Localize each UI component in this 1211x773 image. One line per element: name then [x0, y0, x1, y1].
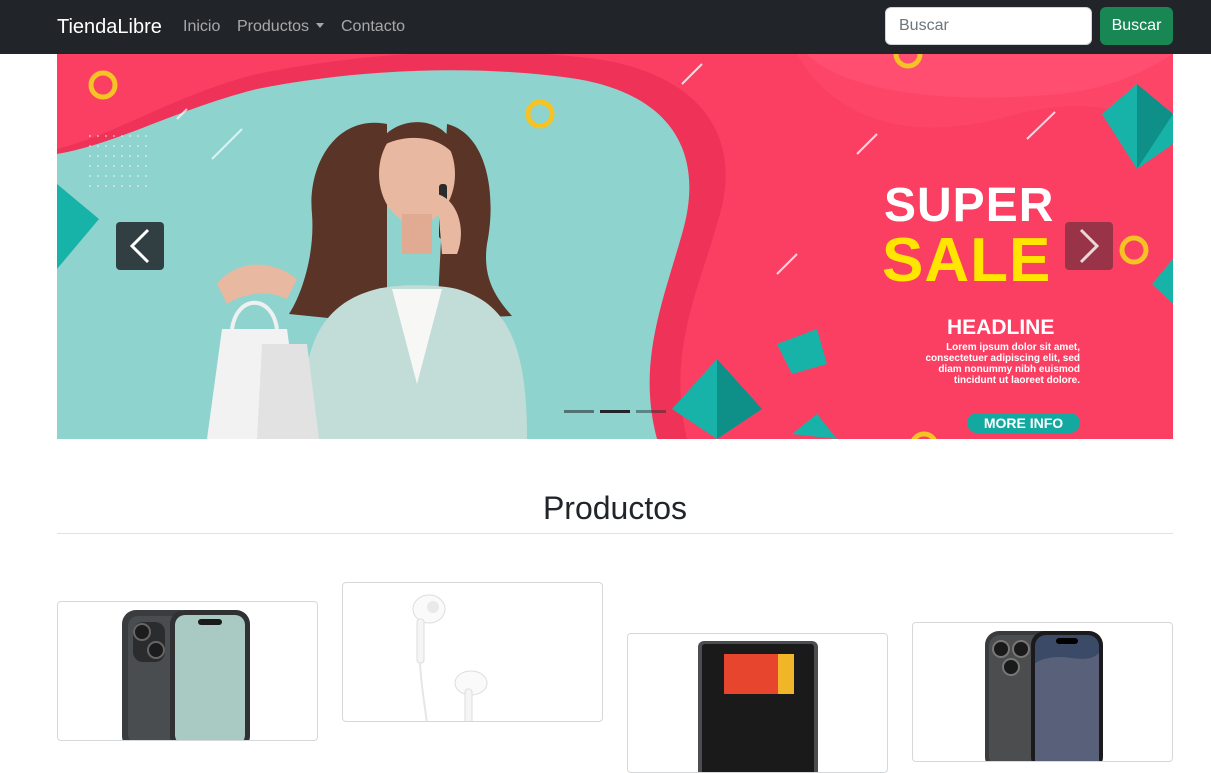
smartphone-pro-image: [985, 631, 1103, 761]
product-card[interactable]: [342, 582, 603, 722]
carousel-prev-button[interactable]: [116, 222, 164, 270]
tablet-image: [698, 641, 818, 772]
banner-sale-text: SALE: [882, 226, 1052, 295]
banner-body-text: Lorem ipsum dolor sit amet, consectetuer…: [925, 342, 1081, 386]
smartphone-image: [122, 610, 250, 740]
product-card[interactable]: [627, 633, 888, 773]
earphones-image: [412, 594, 488, 721]
banner-more-info: MORE INFO: [967, 413, 1080, 433]
product-card[interactable]: [57, 601, 318, 741]
chevron-left-icon: [129, 228, 150, 264]
navbar: TiendaLibre Inicio Productos Contacto Bu…: [0, 0, 1211, 54]
hero-carousel: SUPER SALE HEADLINE Lorem ipsum dolor si…: [57, 54, 1173, 439]
nav-link-productos-label: Productos: [237, 18, 310, 35]
search-button[interactable]: Buscar: [1100, 7, 1173, 45]
products-title: Productos: [542, 490, 688, 526]
carousel-next-button[interactable]: [1065, 222, 1113, 270]
carousel-indicator-3[interactable]: [636, 410, 666, 413]
banner-headline: HEADLINE: [947, 316, 1055, 339]
carousel-indicator-2[interactable]: [600, 410, 630, 413]
carousel-indicators: [564, 410, 668, 414]
nav-link-productos[interactable]: Productos: [237, 17, 325, 37]
brand-link[interactable]: TiendaLibre: [57, 14, 162, 40]
banner-super-text: SUPER: [884, 179, 1055, 232]
caret-down-icon: [316, 23, 325, 28]
nav-link-inicio[interactable]: Inicio: [183, 17, 220, 37]
products-divider: [57, 533, 1173, 534]
product-card[interactable]: [912, 622, 1173, 762]
search-input[interactable]: [885, 7, 1092, 45]
carousel-indicator-1[interactable]: [564, 410, 594, 413]
chevron-right-icon: [1079, 228, 1100, 264]
nav-link-contacto[interactable]: Contacto: [341, 17, 405, 37]
